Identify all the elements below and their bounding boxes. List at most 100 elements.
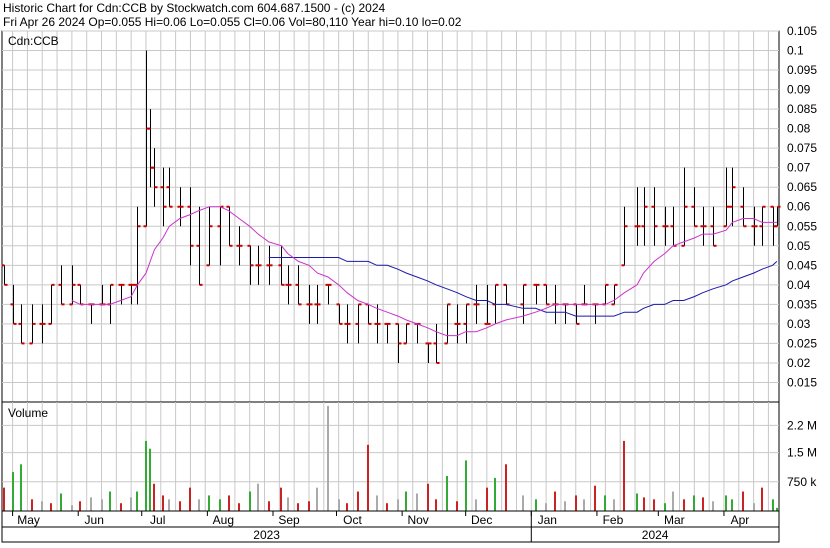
volume-bar xyxy=(653,499,655,511)
month-label: Jun xyxy=(85,513,104,527)
volume-tick-label: 1.5 M xyxy=(787,446,817,460)
price-tick-label: 0.085 xyxy=(787,102,817,116)
price-tick-label: 0.095 xyxy=(787,63,817,77)
volume-bar xyxy=(486,487,488,511)
month-label: Jul xyxy=(150,513,165,527)
price-tick-label: 0.1 xyxy=(787,44,804,58)
volume-tick-label: 2.2 M xyxy=(787,418,817,432)
stock-chart: Historic Chart for Cdn:CCB by Stockwatch… xyxy=(0,0,830,543)
volume-bar xyxy=(219,499,221,511)
volume-bar xyxy=(109,491,111,511)
volume-bar xyxy=(50,503,52,511)
volume-tick-label: 750 k xyxy=(787,475,817,489)
volume-bar xyxy=(535,499,537,511)
volume-bar xyxy=(153,483,155,511)
volume-bar xyxy=(494,477,496,511)
volume-bar xyxy=(672,491,674,511)
volume-bar xyxy=(198,499,200,511)
price-tick-label: 0.075 xyxy=(787,141,817,155)
volume-bar xyxy=(505,464,507,511)
volume-bar xyxy=(238,503,240,511)
volume-bar xyxy=(623,440,625,511)
volume-bar xyxy=(446,475,448,511)
volume-bar xyxy=(12,472,14,511)
volume-bar xyxy=(31,499,33,511)
volume-bar xyxy=(575,495,577,511)
price-tick-label: 0.03 xyxy=(787,317,811,331)
month-label: Apr xyxy=(731,513,750,527)
price-tick-label: 0.015 xyxy=(787,375,817,389)
header-line-2: Fri Apr 26 2024 Op=0.055 Hi=0.06 Lo=0.05… xyxy=(3,15,462,29)
price-tick-label: 0.02 xyxy=(787,356,811,370)
volume-bar xyxy=(636,493,638,511)
month-label: Sep xyxy=(278,513,300,527)
price-tick-label: 0.06 xyxy=(787,200,811,214)
volume-bar xyxy=(120,503,122,511)
price-tick-label: 0.055 xyxy=(787,219,817,233)
volume-bar xyxy=(346,503,348,511)
volume-bar xyxy=(189,487,191,511)
price-tick-label: 0.09 xyxy=(787,83,811,97)
volume-bar xyxy=(136,491,138,511)
volume-bar xyxy=(465,460,467,511)
volume-bar xyxy=(308,501,310,511)
price-tick-label: 0.08 xyxy=(787,122,811,136)
volume-bar xyxy=(168,499,170,511)
price-tick-label: 0.035 xyxy=(787,297,817,311)
volume-bar xyxy=(20,464,22,511)
volume-bar xyxy=(367,444,369,511)
price-tick-label: 0.105 xyxy=(787,24,817,38)
volume-bar xyxy=(386,503,388,511)
price-tick-label: 0.065 xyxy=(787,180,817,194)
header-line-1: Historic Chart for Cdn:CCB by Stockwatch… xyxy=(3,1,385,15)
volume-bar xyxy=(554,491,556,511)
month-label: Aug xyxy=(213,513,234,527)
month-label: Mar xyxy=(664,513,685,527)
volume-bar xyxy=(693,495,695,511)
volume-bar xyxy=(583,499,585,511)
volume-bar xyxy=(613,499,615,511)
volume-bar xyxy=(287,497,289,511)
volume-bar xyxy=(208,495,210,511)
volume-bar xyxy=(280,487,282,511)
volume-bar xyxy=(41,501,43,511)
volume-bar xyxy=(545,503,547,511)
month-label: Feb xyxy=(603,513,624,527)
volume-bar xyxy=(731,499,733,511)
volume-bar xyxy=(60,493,62,511)
volume-bar xyxy=(357,491,359,511)
chart-svg: Historic Chart for Cdn:CCB by Stockwatch… xyxy=(0,0,830,543)
price-tick-label: 0.025 xyxy=(787,336,817,350)
volume-panel-title: Volume xyxy=(8,406,48,420)
volume-bar xyxy=(130,497,132,511)
month-label: Oct xyxy=(343,513,362,527)
volume-bar xyxy=(145,440,147,511)
volume-bar xyxy=(772,499,774,511)
volume-bar xyxy=(475,499,477,511)
volume-bar xyxy=(725,495,727,511)
volume-bar xyxy=(101,499,103,511)
volume-bar xyxy=(604,495,606,511)
volume-bar xyxy=(268,501,270,511)
price-tick-label: 0.045 xyxy=(787,258,817,272)
price-tick-label: 0.05 xyxy=(787,239,811,253)
volume-bar xyxy=(338,499,340,511)
chart-background xyxy=(0,0,830,543)
month-label: Dec xyxy=(471,513,492,527)
volume-bar xyxy=(405,491,407,511)
month-label: May xyxy=(17,513,40,527)
volume-bar xyxy=(90,497,92,511)
year-label: 2024 xyxy=(642,528,669,542)
volume-bar xyxy=(564,501,566,511)
volume-bar xyxy=(179,501,181,511)
volume-bar xyxy=(416,493,418,511)
price-tick-label: 0.07 xyxy=(787,161,811,175)
volume-bar xyxy=(435,499,437,511)
volume-bar xyxy=(702,497,704,511)
volume-bar xyxy=(594,485,596,511)
volume-bar xyxy=(456,501,458,511)
volume-bar xyxy=(149,448,151,511)
volume-y-axis: 750 k 1.5 M 2.2 M xyxy=(787,418,817,488)
volume-bar xyxy=(664,503,666,511)
volume-bar xyxy=(427,483,429,511)
